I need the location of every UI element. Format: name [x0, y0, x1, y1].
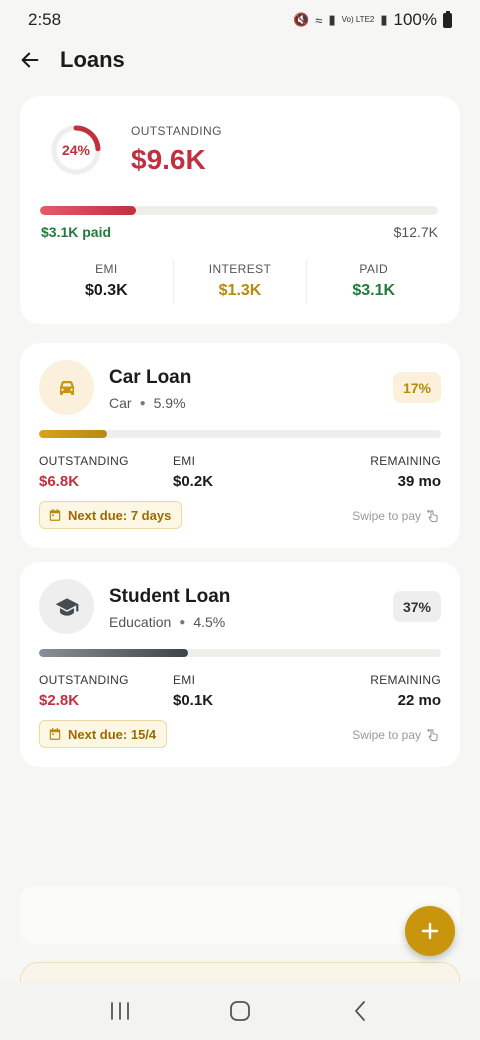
add-loan-button[interactable] [405, 906, 455, 956]
battery-percent: 100% [393, 10, 437, 29]
back-nav-button[interactable] [330, 991, 390, 1031]
car-icon [59, 380, 74, 395]
graduation-cap-icon [55, 597, 78, 616]
back-button[interactable] [18, 48, 42, 72]
summary-card: 24% OUTSTANDING $9.6K $3.1K paid $12.7K … [20, 96, 460, 324]
recent-apps-button[interactable] [90, 991, 150, 1031]
calendar-icon [49, 509, 61, 521]
summary-stats: EMI $0.3K INTEREST $1.3K PAID $3.1K [40, 260, 440, 304]
wifi-icon: ≈ [315, 12, 323, 28]
recent-apps-icon [111, 1002, 129, 1020]
separator-dot: ● [139, 397, 146, 409]
loan-icon-container [39, 579, 94, 634]
signal-icon: ▮ [328, 12, 336, 27]
loan-subtitle: Education ● 4.5% [109, 614, 225, 630]
loan-rate: 4.5% [193, 614, 226, 630]
loan-card-car[interactable]: Car Loan Car ● 5.9% 17% OUTSTANDING $6.8… [20, 343, 460, 548]
loan-category: Education [109, 614, 172, 630]
loan-rate: 5.9% [153, 395, 186, 411]
swipe-hint-text: Swipe to pay [352, 509, 421, 523]
swipe-hand-icon [427, 728, 438, 742]
status-bar: 2:58 🔇 ≈ ▮ Vo) LTE2 ▮ 100% [0, 0, 480, 40]
loan-progress-fill [39, 649, 188, 657]
ring-percent: 24% [61, 142, 91, 158]
stat-label: INTEREST [208, 262, 272, 276]
swipe-hint: Swipe to pay [352, 727, 441, 743]
remaining-label: REMAINING [370, 673, 441, 687]
loan-percent-badge: 17% [392, 372, 441, 403]
signal-icon-2: ▮ [380, 12, 388, 27]
remaining-value: 22 mo [397, 692, 441, 709]
loan-card-student[interactable]: Student Loan Education ● 4.5% 37% OUTSTA… [20, 562, 460, 767]
stat-paid: PAID $3.1K [306, 260, 440, 304]
separator-dot: ● [179, 616, 186, 628]
swipe-hand-icon [427, 509, 438, 523]
loan-name: Student Loan [109, 586, 231, 607]
emi-label: EMI [173, 454, 196, 468]
stat-label: PAID [359, 262, 389, 276]
loan-progress-fill [39, 430, 108, 438]
status-icons: 🔇 ≈ ▮ Vo) LTE2 ▮ 100% [293, 10, 452, 30]
plus-icon [421, 922, 439, 940]
remaining-value: 39 mo [397, 473, 441, 490]
home-icon [230, 1001, 250, 1021]
paid-text: $3.1K paid [41, 224, 112, 240]
outstanding-label: OUTSTANDING [131, 124, 222, 138]
stat-interest: INTEREST $1.3K [172, 260, 307, 304]
network-label: Vo) LTE2 [341, 15, 375, 24]
stat-value: $0.3K [84, 282, 128, 299]
outstanding-value: $6.8K [39, 473, 80, 490]
summary-progress-bar [40, 206, 438, 215]
total-text: $12.7K [393, 224, 438, 240]
app-bar: Loans [0, 40, 480, 80]
loan-name: Car Loan [109, 367, 192, 388]
outstanding-value: $9.6K [131, 144, 206, 175]
loan-subtitle: Car ● 5.9% [109, 395, 186, 411]
next-due-text: Next due: 7 days [68, 507, 172, 523]
swipe-hint: Swipe to pay [352, 508, 441, 524]
loan-progress-bar [39, 430, 441, 438]
emi-label: EMI [173, 673, 196, 687]
stat-value: $1.3K [218, 282, 262, 299]
emi-value: $0.1K [173, 692, 214, 709]
loan-progress-bar [39, 649, 441, 657]
arrow-left-icon [21, 52, 39, 68]
emi-value: $0.2K [173, 473, 214, 490]
next-due-badge[interactable]: Next due: 7 days [39, 501, 183, 529]
calendar-icon [49, 728, 61, 740]
loan-icon-container [39, 360, 94, 415]
next-due-text: Next due: 15/4 [68, 726, 157, 742]
status-time: 2:58 [28, 10, 62, 29]
next-due-badge[interactable]: Next due: 15/4 [39, 720, 168, 748]
system-nav-bar [0, 982, 480, 1040]
summary-progress-fill [40, 206, 136, 215]
outstanding-value: $2.8K [39, 692, 80, 709]
remaining-label: REMAINING [370, 454, 441, 468]
stat-label: EMI [95, 262, 118, 276]
swipe-hint-text: Swipe to pay [352, 728, 421, 742]
outstanding-label: OUTSTANDING [39, 673, 129, 687]
faded-card [20, 886, 460, 944]
mute-icon: 🔇 [293, 12, 310, 27]
page-title: Loans [60, 47, 125, 72]
chevron-left-icon [355, 1001, 365, 1021]
stat-value: $3.1K [352, 282, 396, 299]
loan-category: Car [109, 395, 132, 411]
battery-icon [443, 10, 452, 28]
home-button[interactable] [210, 991, 270, 1031]
stat-emi: EMI $0.3K [40, 260, 173, 304]
outstanding-label: OUTSTANDING [39, 454, 129, 468]
loan-percent-badge: 37% [392, 591, 441, 622]
